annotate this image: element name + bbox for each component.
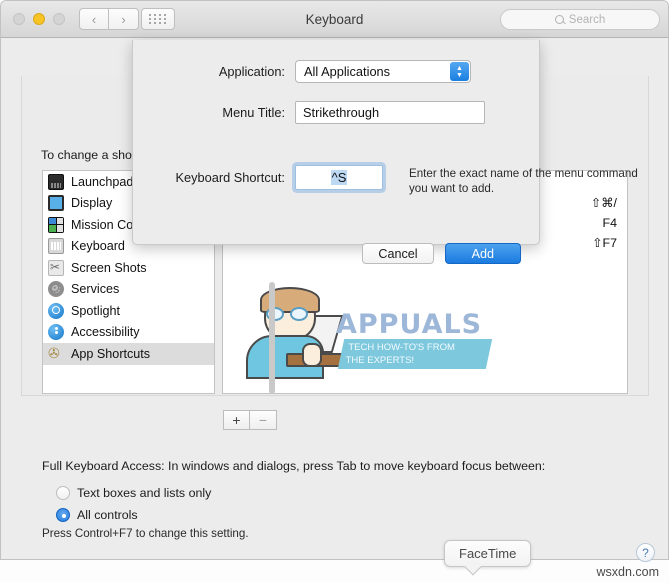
appuals-watermark: APPUALS TECH HOW-TO'S FROM THE EXPERTS! — [241, 273, 531, 383]
category-row-services[interactable]: Services — [43, 279, 214, 301]
application-value: All Applications — [304, 64, 391, 79]
search-placeholder: Search — [568, 13, 606, 26]
mission-control-icon — [48, 216, 64, 233]
shortcut-key[interactable]: F4 — [591, 213, 617, 233]
help-button[interactable]: ? — [636, 543, 655, 562]
category-label: Display — [71, 196, 113, 211]
category-row-screen-shots[interactable]: Screen Shots — [43, 257, 214, 279]
sheet-scrollbar[interactable] — [268, 282, 276, 394]
keyboard-shortcut-row: Keyboard Shortcut: ^S — [152, 165, 383, 190]
sheet-button-row: Cancel Add — [362, 243, 521, 264]
radio-row-all-controls[interactable]: All controls — [56, 504, 211, 526]
menu-title-help-text: Enter the exact name of the menu command… — [409, 167, 638, 195]
radio-text-boxes-and-lists[interactable] — [56, 486, 70, 500]
watermark-tagline: TECH HOW-TO'S FROM THE EXPERTS! — [337, 339, 493, 369]
category-label: Keyboard — [71, 239, 125, 254]
add-shortcut-sheet: Application: All Applications ▲ ▼ Menu Ti… — [132, 40, 638, 264]
add-shortcut-button[interactable]: + — [223, 410, 250, 430]
keyboard-shortcut-input[interactable]: ^S — [295, 165, 383, 190]
category-row-spotlight[interactable]: Spotlight — [43, 300, 214, 322]
watermark-tagline-line2: THE EXPERTS! — [345, 355, 415, 366]
watermark-tagline-line1: TECH HOW-TO'S FROM — [348, 342, 455, 353]
category-row-accessibility[interactable]: Accessibility — [43, 322, 214, 344]
category-label: Screen Shots — [71, 260, 147, 275]
category-label: Services — [71, 282, 120, 297]
display-icon — [48, 195, 64, 212]
shortcut-key[interactable]: ⇧⌘/ — [591, 193, 617, 213]
site-watermark: wsxdn.com — [596, 565, 659, 579]
watermark-character — [246, 287, 348, 379]
application-popup-button[interactable]: All Applications ▲ ▼ — [295, 60, 471, 83]
menu-title-row: Menu Title: Strikethrough — [189, 101, 485, 124]
radio-row-text-boxes[interactable]: Text boxes and lists only — [56, 482, 211, 504]
full-keyboard-access-note: Press Control+F7 to change this setting. — [42, 527, 249, 540]
watermark-wordmark: APPUALS — [336, 309, 483, 340]
search-field[interactable]: Search — [500, 9, 660, 30]
launchpad-icon — [48, 173, 64, 190]
category-label: Accessibility — [71, 325, 140, 340]
application-label: Application: — [218, 64, 285, 79]
remove-shortcut-button[interactable]: − — [250, 410, 277, 430]
category-label: App Shortcuts — [71, 346, 151, 361]
search-icon — [554, 15, 564, 24]
full-keyboard-access-label: Full Keyboard Access: In windows and dia… — [42, 459, 546, 473]
shortcut-key[interactable]: ⇧F7 — [591, 233, 617, 253]
laptop-screen — [288, 315, 344, 353]
category-label: Spotlight — [71, 303, 121, 318]
full-keyboard-access-options: Text boxes and lists only All controls — [56, 482, 211, 526]
screenshot-root: ‹ › Keyboard Search To change a shortcut… — [0, 0, 669, 583]
chevron-updown-icon[interactable]: ▲ ▼ — [450, 62, 469, 81]
spotlight-icon — [48, 302, 64, 319]
radio-all-controls[interactable] — [56, 508, 70, 522]
services-icon — [48, 279, 64, 298]
cancel-button[interactable]: Cancel — [362, 243, 434, 264]
radio-label: Text boxes and lists only — [77, 486, 212, 500]
screenshot-icon — [48, 259, 64, 276]
keyboard-icon — [48, 238, 64, 255]
radio-label: All controls — [77, 508, 138, 522]
character-torso — [246, 335, 324, 379]
application-row: Application: All Applications ▲ ▼ — [189, 60, 471, 83]
keyboard-shortcut-label: Keyboard Shortcut: — [175, 170, 285, 185]
shortcut-value: ^S — [330, 170, 348, 185]
shortcut-key-column: ⇧⌘/ F4 ⇧F7 — [591, 193, 617, 253]
menu-title-label: Menu Title: — [222, 105, 285, 120]
accessibility-icon — [48, 324, 64, 341]
laptop-base — [286, 353, 348, 367]
keyboard-preferences-window: ‹ › Keyboard Search To change a shortcut… — [0, 0, 669, 560]
category-row-app-shortcuts[interactable]: App Shortcuts — [43, 343, 214, 365]
facetime-tooltip: FaceTime — [444, 540, 532, 567]
menu-title-input[interactable]: Strikethrough — [295, 101, 485, 124]
character-hand — [302, 343, 322, 367]
app-shortcuts-icon — [48, 345, 64, 362]
add-button[interactable]: Add — [444, 243, 521, 264]
add-remove-toolbar: + − — [223, 410, 277, 430]
window-titlebar: ‹ › Keyboard Search — [1, 1, 668, 38]
